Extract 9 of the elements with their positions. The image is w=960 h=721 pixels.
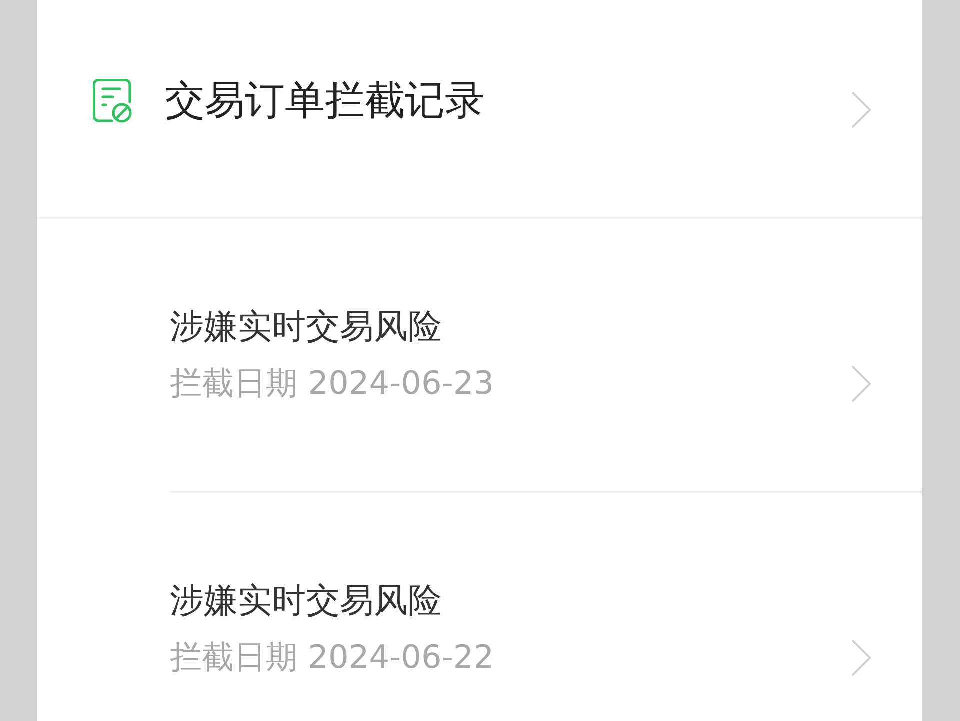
header-title: 交易订单拦截记录 [165, 77, 485, 126]
chevron-right-icon[interactable] [851, 639, 872, 677]
record-reason: 涉嫌实时交易风险 [170, 306, 442, 348]
record-date: 拦截日期 2024-06-23 [170, 363, 494, 404]
chevron-right-icon[interactable] [851, 365, 872, 403]
chevron-right-icon[interactable] [851, 90, 872, 128]
record-reason: 涉嫌实时交易风险 [170, 580, 442, 622]
record-date: 拦截日期 2024-06-22 [170, 637, 494, 678]
document-blocked-icon [93, 78, 133, 122]
